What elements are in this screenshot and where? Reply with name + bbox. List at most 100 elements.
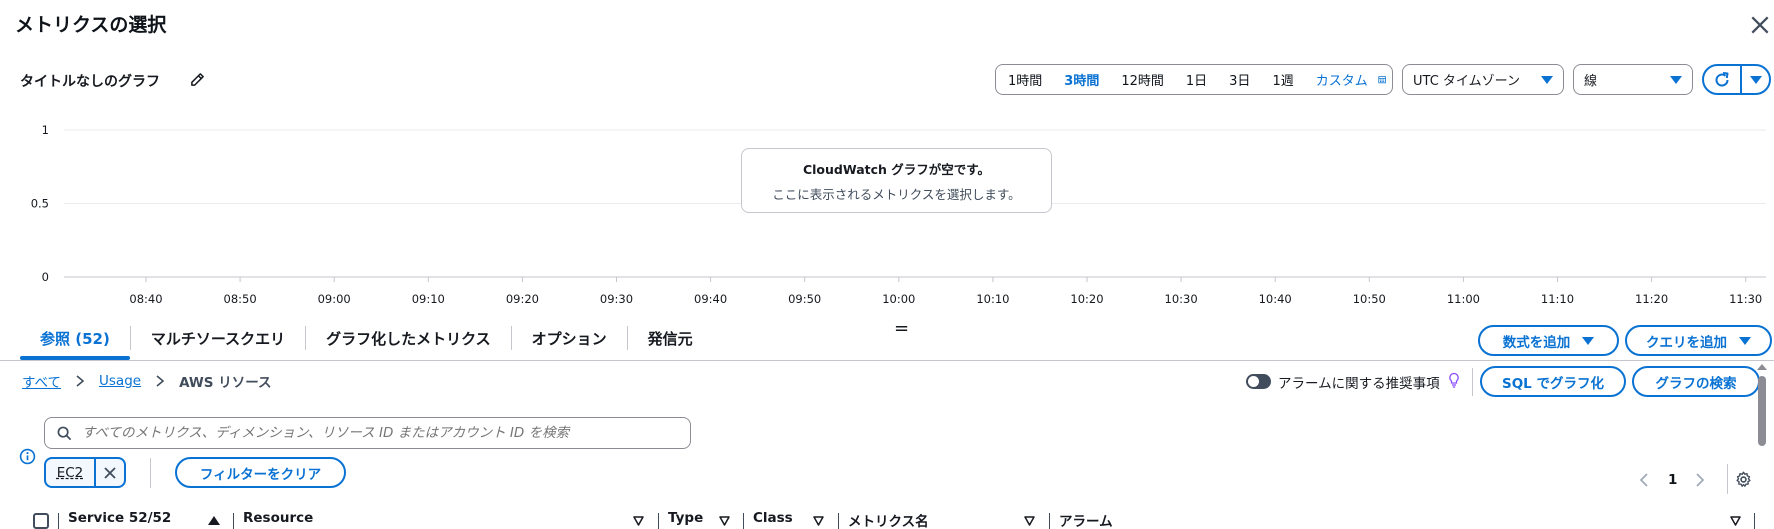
tab-bar-divider (0, 360, 1774, 361)
close-icon (104, 466, 116, 479)
breadcrumb-current: AWS リソース (179, 375, 272, 391)
timezone-value: UTC タイムゾーン (1413, 74, 1520, 89)
x-tick-label: 08:50 (224, 292, 257, 306)
x-tick-label: 09:00 (318, 292, 351, 306)
x-tick-label: 10:10 (976, 292, 1009, 306)
filter-icon[interactable] (719, 516, 730, 526)
remove-filter-button[interactable] (94, 459, 124, 486)
x-tick-label: 09:50 (788, 292, 821, 306)
sort-ascending-icon[interactable] (208, 516, 220, 525)
tab-bar: 参照 (52) マルチソースクエリ グラフ化したメトリクス オプション 発信元 (20, 322, 713, 360)
scrollbar-thumb[interactable] (1758, 376, 1766, 446)
breadcrumb: すべて Usage AWS リソース (22, 371, 272, 391)
x-tick-label: 10:40 (1259, 292, 1292, 306)
refresh-button[interactable] (1704, 66, 1742, 93)
time-range-1h[interactable]: 1時間 (1008, 70, 1042, 89)
sql-graph-button[interactable]: SQL でグラフ化 (1480, 366, 1626, 397)
time-range-3d[interactable]: 3日 (1229, 70, 1250, 89)
metrics-table-header: Service 52/52 Resource Type Class メトリクス名… (0, 510, 1774, 529)
divider (150, 458, 151, 488)
clear-filters-button[interactable]: フィルターをクリア (175, 457, 346, 488)
column-divider (658, 513, 659, 529)
select-all-checkbox[interactable] (33, 513, 49, 529)
lightbulb-icon (1449, 372, 1459, 388)
modal-title: メトリクスの選択 (15, 14, 167, 36)
refresh-interval-dropdown[interactable] (1742, 75, 1769, 84)
close-icon[interactable] (1749, 14, 1771, 36)
refresh-icon (1715, 71, 1729, 87)
divider (1727, 464, 1728, 494)
x-tick-label: 08:40 (129, 292, 162, 306)
chevron-right-icon (76, 375, 85, 387)
search-icon (57, 426, 72, 440)
x-tick-label: 11:20 (1635, 292, 1668, 306)
refresh-button-group (1702, 64, 1771, 95)
caret-down-icon (1670, 75, 1682, 84)
empty-graph-title: CloudWatch グラフが空です。 (802, 162, 991, 177)
column-divider (58, 513, 59, 529)
time-range-1w[interactable]: 1週 (1272, 70, 1293, 89)
caret-down-icon (1749, 75, 1762, 84)
column-service[interactable]: Service 52/52 (68, 510, 171, 526)
add-query-button[interactable]: クエリを追加 (1625, 325, 1772, 356)
previous-page-icon[interactable] (1638, 472, 1650, 488)
time-range-12h[interactable]: 12時間 (1121, 70, 1164, 89)
filter-icon[interactable] (1024, 516, 1035, 526)
toggle-knob (1248, 376, 1259, 387)
tab-multi-source-query[interactable]: マルチソースクエリ (131, 322, 305, 360)
x-tick-label: 09:30 (600, 292, 633, 306)
divider (1472, 368, 1473, 396)
next-page-icon[interactable] (1694, 472, 1706, 488)
breadcrumb-usage[interactable]: Usage (99, 373, 141, 389)
tab-source[interactable]: 発信元 (628, 322, 713, 360)
tab-graphed-metrics[interactable]: グラフ化したメトリクス (306, 322, 511, 360)
tab-options[interactable]: オプション (512, 322, 627, 360)
time-range-3h[interactable]: 3時間 (1064, 70, 1099, 89)
column-alarm[interactable]: アラーム (1059, 510, 1113, 529)
column-resource[interactable]: Resource (243, 510, 313, 526)
filter-icon[interactable] (633, 516, 644, 526)
pencil-icon[interactable] (190, 72, 205, 87)
y-tick-label: 0 (42, 270, 49, 284)
filter-icon[interactable] (1730, 516, 1741, 526)
metric-search-field[interactable] (44, 417, 691, 449)
x-tick-label: 11:00 (1447, 292, 1480, 306)
time-range-selector: 1時間 3時間 12時間 1日 3日 1週 カスタム (995, 64, 1393, 95)
x-tick-label: 09:20 (506, 292, 539, 306)
column-divider (743, 513, 744, 529)
gear-icon[interactable] (1735, 471, 1752, 488)
scroll-up-arrow[interactable] (1757, 364, 1767, 370)
y-tick-label: 1 (42, 123, 49, 137)
search-input[interactable] (82, 425, 690, 441)
time-range-1d[interactable]: 1日 (1186, 70, 1207, 89)
add-formula-label: 数式を追加 (1502, 334, 1571, 351)
tab-browse[interactable]: 参照 (52) (20, 322, 130, 360)
breadcrumb-all[interactable]: すべて (22, 371, 61, 391)
column-divider (1049, 513, 1050, 529)
add-query-label: クエリを追加 (1646, 334, 1727, 351)
x-tick-label: 10:00 (882, 292, 915, 306)
x-tick-label: 10:20 (1070, 292, 1103, 306)
time-range-custom[interactable]: カスタム (1316, 70, 1368, 89)
calendar-icon[interactable] (1378, 72, 1386, 87)
info-icon[interactable] (19, 448, 36, 465)
add-formula-button[interactable]: 数式を追加 (1478, 325, 1619, 356)
caret-down-icon (1541, 75, 1553, 84)
alarm-recommendation-toggle[interactable] (1246, 374, 1271, 389)
x-tick-label: 09:40 (694, 292, 727, 306)
resize-handle[interactable]: = (894, 318, 909, 339)
caret-down-icon (1582, 336, 1595, 345)
timezone-select[interactable]: UTC タイムゾーン (1402, 64, 1564, 95)
filter-icon[interactable] (813, 516, 824, 526)
column-type[interactable]: Type (668, 510, 703, 526)
current-page[interactable]: 1 (1668, 472, 1677, 488)
column-class[interactable]: Class (753, 510, 793, 526)
column-metric-name[interactable]: メトリクス名 (848, 510, 929, 529)
x-tick-label: 09:10 (412, 292, 445, 306)
x-tick-label: 10:30 (1165, 292, 1198, 306)
alarm-recommendation-label: アラームに関する推奨事項 (1278, 376, 1440, 392)
graph-type-select[interactable]: 線 (1573, 64, 1693, 95)
graph-search-button[interactable]: グラフの検索 (1632, 366, 1760, 397)
empty-graph-message: CloudWatch グラフが空です。 ここに表示されるメトリクスを選択します。 (741, 148, 1052, 213)
chevron-right-icon (156, 375, 165, 387)
